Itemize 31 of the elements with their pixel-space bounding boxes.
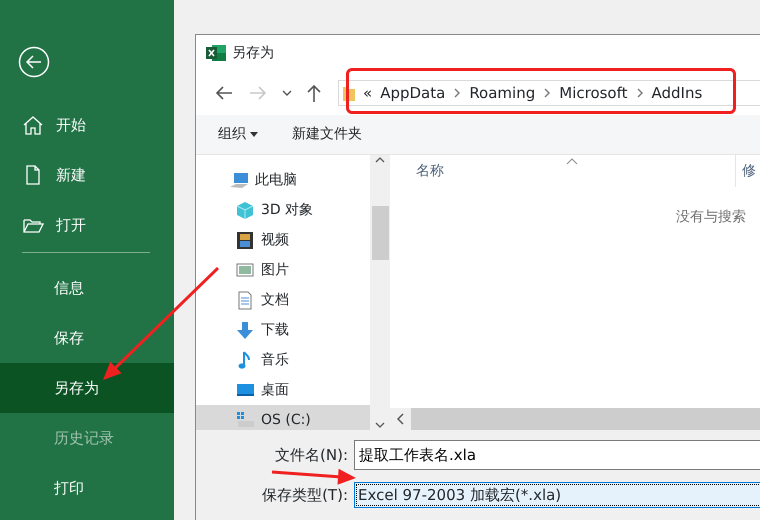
tree-item[interactable]: 音乐 (196, 345, 370, 375)
file-type-dropdown[interactable]: Excel 97-2003 加载宏(*.xla) (354, 482, 760, 508)
breadcrumb-item[interactable]: AddIns (652, 82, 702, 104)
tree-item[interactable]: 3D 对象 (196, 195, 370, 225)
tree-item[interactable]: 此电脑 (196, 165, 370, 195)
menu-item[interactable]: 打开 (0, 200, 174, 250)
breadcrumb-item[interactable]: Roaming (469, 82, 536, 104)
menu-item[interactable]: 开始 (0, 100, 174, 150)
address-bar[interactable]: « AppData Roaming Microsoft AddIns (338, 80, 760, 106)
field-label: 文件名(N): (275, 444, 348, 466)
menu-item[interactable]: 另存为 (0, 363, 174, 413)
empty-message: 没有与搜索 (675, 208, 747, 227)
field-label: 保存类型(T): (262, 484, 348, 506)
menu-item[interactable]: 新建 (0, 150, 174, 200)
tree-item[interactable]: 视频 (196, 225, 370, 255)
tree-item[interactable]: 桌面 (196, 375, 370, 405)
tree-item[interactable]: 下载 (196, 315, 370, 345)
overflow-chevron[interactable]: « (363, 82, 372, 104)
window-title: 另存为 (232, 44, 274, 62)
menu-item[interactable]: 打印 (0, 463, 174, 513)
tree-item[interactable]: 图片 (196, 255, 370, 285)
toolbar-button[interactable]: 新建文件夹 (292, 124, 362, 145)
tree-item[interactable]: 文档 (196, 285, 370, 315)
file-name-field[interactable]: 提取工作表名.xla (354, 440, 760, 470)
menu-item[interactable]: 保存 (0, 313, 174, 363)
column-header[interactable]: 修 (735, 155, 756, 187)
column-header[interactable]: 名称 (390, 160, 735, 182)
menu-item[interactable]: 信息 (0, 263, 174, 313)
breadcrumb-item[interactable]: Microsoft (559, 82, 628, 104)
breadcrumb-item[interactable]: AppData (380, 82, 446, 104)
toolbar-button[interactable]: 组织 (218, 124, 258, 145)
